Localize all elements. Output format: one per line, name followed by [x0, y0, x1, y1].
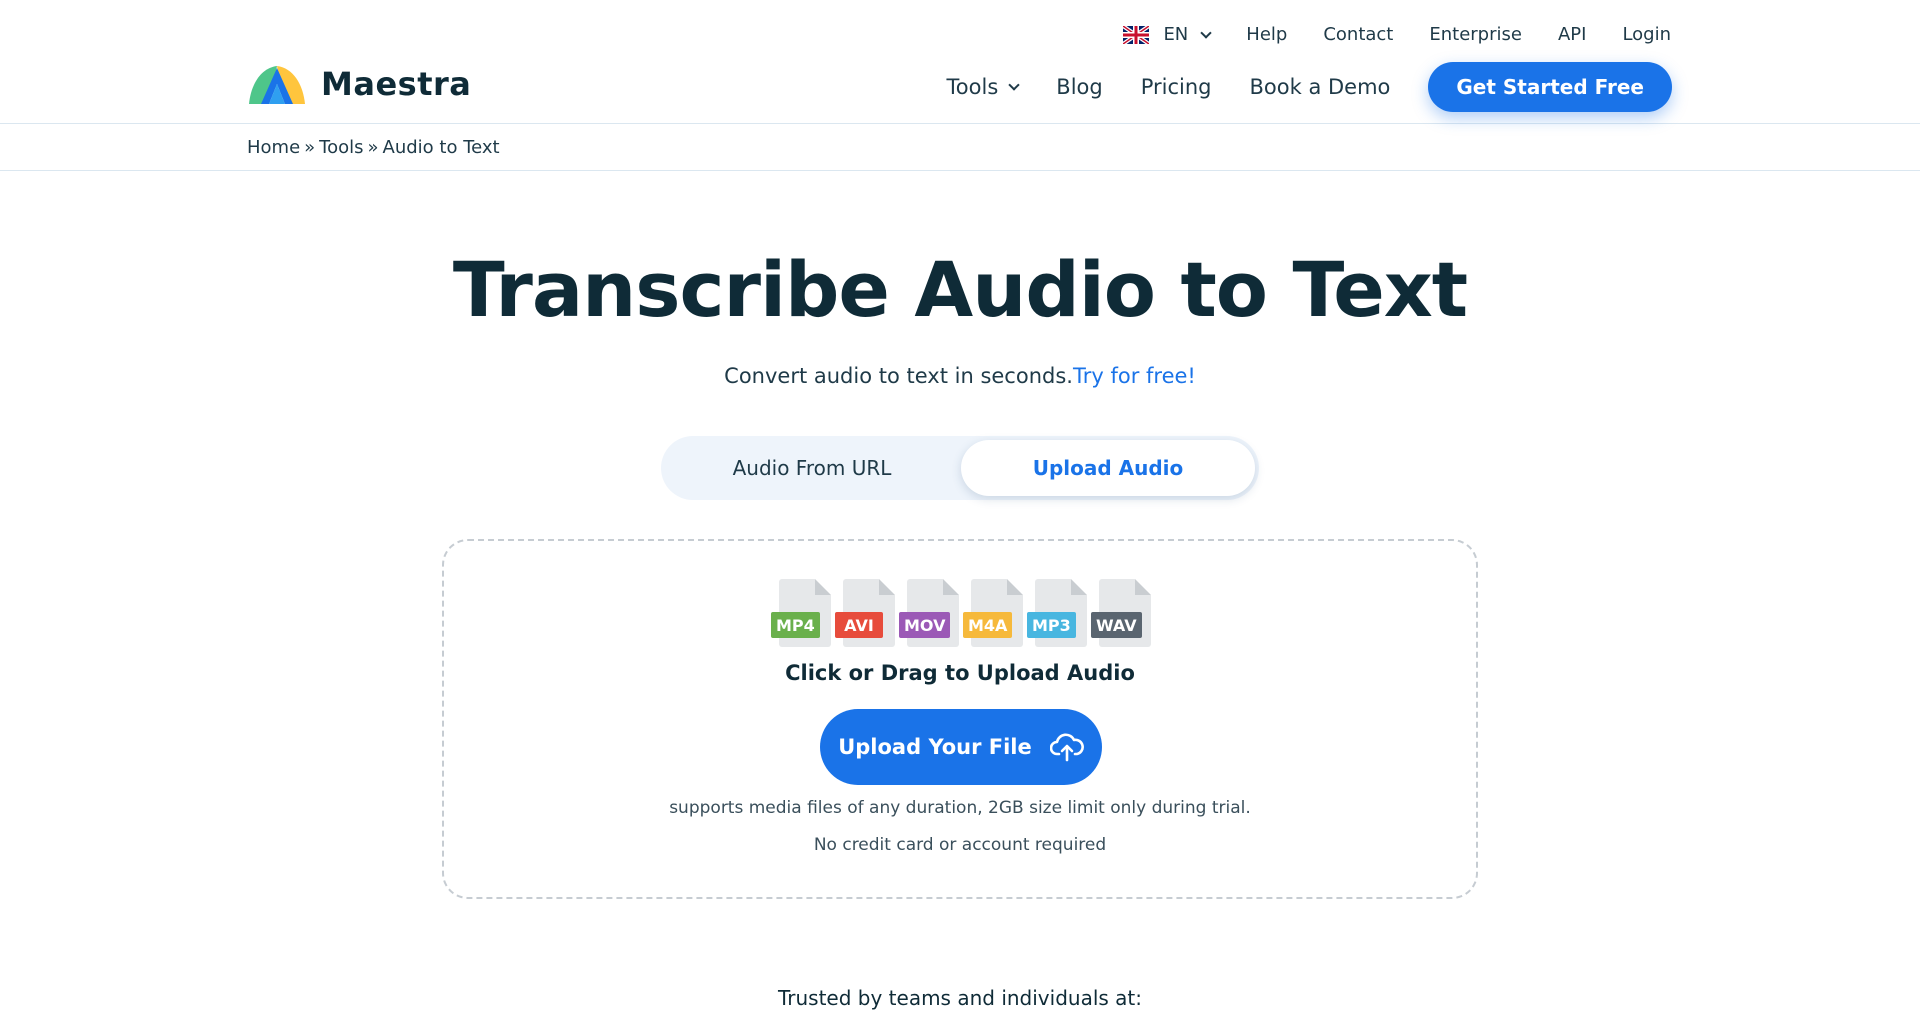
file-icon-mov: MOV [899, 579, 963, 647]
tab-upload-audio[interactable]: Upload Audio [961, 440, 1255, 496]
nav-pricing[interactable]: Pricing [1141, 75, 1212, 99]
main-nav: Tools Blog Pricing Book a Demo Get Start… [947, 62, 1672, 112]
chevron-down-icon [1200, 26, 1212, 39]
file-format-label: MP3 [1027, 612, 1076, 638]
chevron-down-icon [1008, 79, 1020, 91]
file-format-label: MP4 [771, 612, 820, 638]
file-icon-avi: AVI [835, 579, 899, 647]
page-title: Transcribe Audio to Text [452, 245, 1468, 334]
file-icon-mp4: MP4 [771, 579, 835, 647]
top-nav-help[interactable]: Help [1246, 24, 1287, 45]
site-header: Maestra EN Help Contact Enterprise API L… [0, 0, 1920, 124]
try-free-link[interactable]: Try for free! [1073, 364, 1196, 388]
breadcrumb-divider [0, 170, 1920, 171]
upload-file-button[interactable]: Upload Your File [820, 709, 1102, 785]
top-nav-login[interactable]: Login [1622, 24, 1671, 45]
nav-book-demo[interactable]: Book a Demo [1250, 75, 1391, 99]
upload-dropzone[interactable]: MP4 AVI MOV M4A MP3 WAV Click or Drag to… [442, 539, 1478, 899]
breadcrumb: Home » Tools » Audio to Text [247, 124, 1673, 170]
top-nav: EN Help Contact Enterprise API Login [1123, 24, 1671, 45]
file-format-icons: MP4 AVI MOV M4A MP3 WAV [771, 579, 1155, 647]
top-nav-contact[interactable]: Contact [1323, 24, 1393, 45]
breadcrumb-separator: » [304, 136, 316, 158]
breadcrumb-tools[interactable]: Tools [319, 137, 363, 158]
no-credit-card-note: No credit card or account required [813, 835, 1107, 855]
language-label: EN [1163, 24, 1189, 45]
file-icon-mp3: MP3 [1027, 579, 1091, 647]
file-format-label: M4A [963, 612, 1013, 638]
subtitle-text: Convert audio to text in seconds. [724, 364, 1073, 388]
breadcrumb-current: Audio to Text [382, 136, 500, 158]
brand-name: Maestra [321, 65, 472, 103]
nav-tools-label: Tools [946, 75, 999, 99]
nav-tools[interactable]: Tools [946, 75, 1020, 99]
cloud-upload-icon [1049, 733, 1084, 762]
maestra-logo-icon [249, 66, 305, 104]
top-nav-api[interactable]: API [1558, 24, 1586, 45]
tab-audio-from-url[interactable]: Audio From URL [665, 440, 959, 496]
upload-file-label: Upload Your File [838, 735, 1032, 759]
uk-flag-icon [1123, 25, 1150, 44]
breadcrumb-separator: » [367, 136, 379, 158]
file-icon-m4a: M4A [963, 579, 1027, 647]
file-format-label: AVI [835, 612, 883, 638]
language-selector[interactable]: EN [1123, 24, 1212, 45]
file-icon-wav: WAV [1091, 579, 1155, 647]
file-format-label: WAV [1091, 612, 1142, 638]
top-nav-enterprise[interactable]: Enterprise [1429, 24, 1522, 45]
nav-blog[interactable]: Blog [1056, 75, 1102, 99]
upload-limit-note: supports media files of any duration, 2G… [669, 798, 1251, 818]
source-tabs: Audio From URL Upload Audio [661, 436, 1259, 500]
file-format-label: MOV [899, 612, 951, 638]
brand-logo[interactable]: Maestra [247, 62, 471, 106]
page-subtitle: Convert audio to text in seconds.Try for… [0, 364, 1920, 388]
get-started-button[interactable]: Get Started Free [1428, 62, 1672, 112]
trusted-by-heading: Trusted by teams and individuals at: [777, 986, 1142, 1010]
dropzone-title: Click or Drag to Upload Audio [785, 661, 1135, 685]
breadcrumb-home[interactable]: Home [247, 137, 300, 158]
